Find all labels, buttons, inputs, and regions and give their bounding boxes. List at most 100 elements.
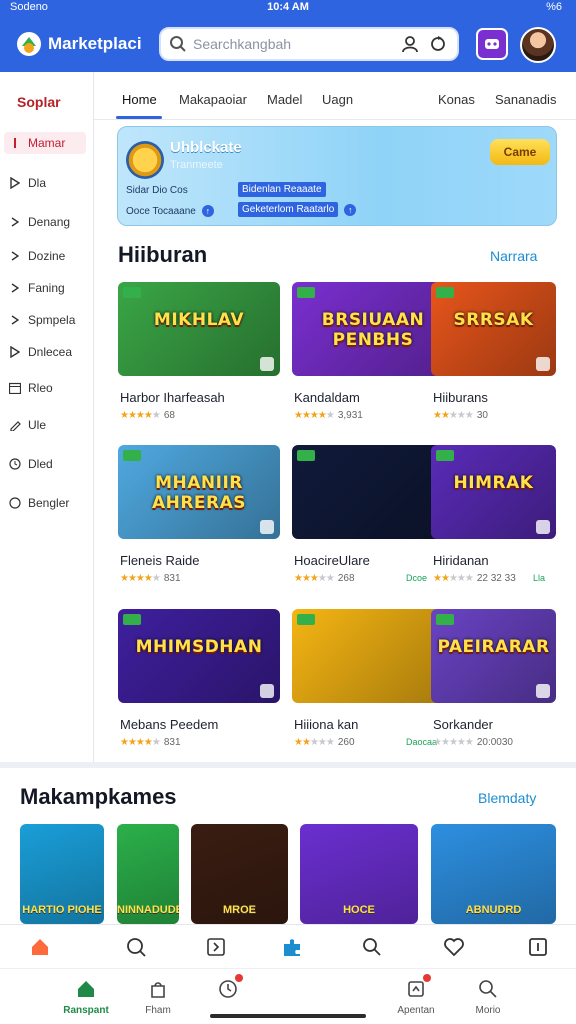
puzzle-square-icon[interactable]: [204, 935, 228, 959]
search-refresh-icon[interactable]: [124, 935, 148, 959]
banner-row-2-right: Geketerlom Raatarlo ↑: [238, 202, 357, 217]
bag-icon: [146, 977, 170, 1001]
game-thumbnail[interactable]: MIKHLAV: [118, 282, 280, 376]
banner-row-1: Sidar Dio Cos: [126, 185, 188, 196]
bookmark-icon[interactable]: [260, 520, 274, 534]
nav-item-activity[interactable]: [193, 974, 263, 1005]
clock-label: 10:4 AM: [267, 1, 309, 13]
nav-item-apentan[interactable]: Apentan: [381, 974, 451, 1016]
sidebar-item-label: Dnlecea: [28, 345, 73, 359]
game-tile[interactable]: HARTIO PIOHE: [20, 824, 104, 924]
brand[interactable]: Marketplaci: [16, 30, 142, 58]
chevron-right-icon: [8, 251, 22, 261]
game-tile[interactable]: ABNUDRD: [431, 824, 556, 924]
sidebar-item-faning[interactable]: Faning: [8, 277, 65, 299]
tab-home[interactable]: Home: [122, 92, 157, 107]
game-name: Hiiiona kan: [294, 717, 359, 732]
sidebar-item-dla[interactable]: Dla: [8, 172, 46, 194]
search-icon[interactable]: [360, 935, 384, 959]
game-thumbnail[interactable]: BRSIUAAN PENBHS: [292, 282, 454, 376]
sidebar-item-label: Spmpela: [28, 313, 76, 327]
game-art-title: MHIMSDHAN: [135, 637, 263, 657]
nav-item-fham[interactable]: Fham: [123, 977, 193, 1016]
game-art-title: MHANIIR AHRERAS: [151, 473, 247, 513]
section-see-all-link[interactable]: Narrara: [490, 248, 537, 264]
circle-icon: [8, 497, 22, 509]
bookmark-icon[interactable]: [536, 684, 550, 698]
nav-item-morio[interactable]: Morio: [453, 977, 523, 1016]
sidebar-item-mamar[interactable]: Mamar: [4, 132, 86, 154]
rating-count: 831: [163, 573, 181, 584]
promo-banner[interactable]: Uhblckate Tranmeete Came Sidar Dio Cos B…: [117, 126, 557, 226]
new-tag-icon: [123, 614, 141, 625]
tile-title: NINNADUDE: [117, 904, 179, 916]
game-name: Hiridanan: [433, 553, 489, 568]
rating-count: 268: [337, 573, 355, 584]
rating-count: 831: [163, 737, 181, 748]
game-tile[interactable]: NINNADUDE: [117, 824, 179, 924]
sidebar-item-label: Dla: [28, 176, 47, 190]
game-rating: ★★★★★ 831: [120, 737, 181, 748]
tab-sananadis[interactable]: Sananadis: [495, 92, 556, 107]
home-icon[interactable]: [28, 935, 52, 959]
game-thumbnail[interactable]: SRRSAK: [431, 282, 556, 376]
game-thumbnail[interactable]: HIMRAK: [431, 445, 556, 539]
sidebar-item-bengler[interactable]: Bengler: [8, 492, 69, 514]
game-art-title: HIMRAK: [453, 473, 534, 493]
tab-uagn[interactable]: Uagn: [322, 92, 353, 107]
bookmark-icon[interactable]: [260, 357, 274, 371]
banner-row1-left: Sidar Dio Cos: [126, 185, 188, 196]
tile-title: MROE: [223, 904, 256, 916]
game-name: Hiiburans: [433, 390, 488, 405]
avatar[interactable]: [520, 27, 556, 63]
sidebar-item-label: Faning: [28, 281, 65, 295]
sidebar-item-denang[interactable]: Denang: [8, 211, 70, 233]
game-thumbnail[interactable]: PAEIRARAR: [431, 609, 556, 703]
marketplace-logo-icon: [17, 32, 41, 56]
game-tile[interactable]: HOCE: [300, 824, 418, 924]
game-thumbnail[interactable]: MHANIIR AHRERAS: [118, 445, 280, 539]
bookmark-icon[interactable]: [536, 357, 550, 371]
game-art-title: BRSIUAAN PENBHS: [321, 310, 425, 350]
sidebar-item-label: Dozine: [28, 249, 66, 263]
nav-label: Ranspant: [63, 1005, 109, 1016]
nav-item-ranspant[interactable]: Ranspant: [51, 977, 121, 1016]
heart-icon[interactable]: [442, 935, 466, 959]
tile-title: HARTIO PIOHE: [22, 904, 102, 916]
tab-madel[interactable]: Madel: [267, 92, 302, 107]
sidebar-item-dozine[interactable]: Dozine: [8, 245, 65, 267]
game-tile[interactable]: MROE: [191, 824, 288, 924]
main-panel: Home Makapaoiar Madel Uagn Konas Sananad…: [94, 72, 576, 762]
banner-cta-button[interactable]: Came: [490, 139, 550, 165]
game-thumbnail[interactable]: MHIMSDHAN: [118, 609, 280, 703]
sidebar-item-spmpela[interactable]: Spmpela: [8, 309, 75, 331]
home-icon: [74, 977, 98, 1001]
sidebar-item-ule[interactable]: Ule: [8, 414, 46, 436]
game-thumbnail[interactable]: [292, 609, 454, 703]
sidebar-item-label: Rleo: [28, 381, 53, 395]
sidebar-item-dled[interactable]: Dled: [8, 453, 53, 475]
sidebar-item-rleo[interactable]: Rleo: [8, 377, 53, 399]
tab-makapaoiar[interactable]: Makapaoiar: [179, 92, 247, 107]
refresh-icon[interactable]: [427, 33, 449, 55]
tab-konas[interactable]: Konas: [438, 92, 475, 107]
search-icon: [170, 36, 186, 52]
square-icon[interactable]: [526, 935, 550, 959]
tile-title: ABNUDRD: [465, 904, 522, 916]
bookmark-icon[interactable]: [260, 684, 274, 698]
game-art-title: MIKHLAV: [153, 310, 245, 330]
game-thumbnail[interactable]: [292, 445, 454, 539]
sidebar-item-dnlecea[interactable]: Dnlecea: [8, 341, 72, 363]
banner-subtitle: Tranmeete: [170, 159, 223, 171]
bookmark-icon[interactable]: [536, 520, 550, 534]
rating-stars-icon: ★★★★★: [120, 737, 161, 748]
banner-title: Uhblckate: [170, 139, 242, 156]
section2-see-all-link[interactable]: Blemdaty: [478, 790, 536, 806]
section-title-hiiburan: Hiiburan: [118, 242, 208, 267]
rating-count: 68: [163, 410, 175, 421]
puzzle-icon[interactable]: [280, 935, 304, 959]
user-icon[interactable]: [399, 33, 421, 55]
game-center-icon[interactable]: [476, 28, 508, 60]
search-input[interactable]: Searchkangbah: [193, 36, 393, 52]
search-bar[interactable]: Searchkangbah: [159, 27, 459, 61]
